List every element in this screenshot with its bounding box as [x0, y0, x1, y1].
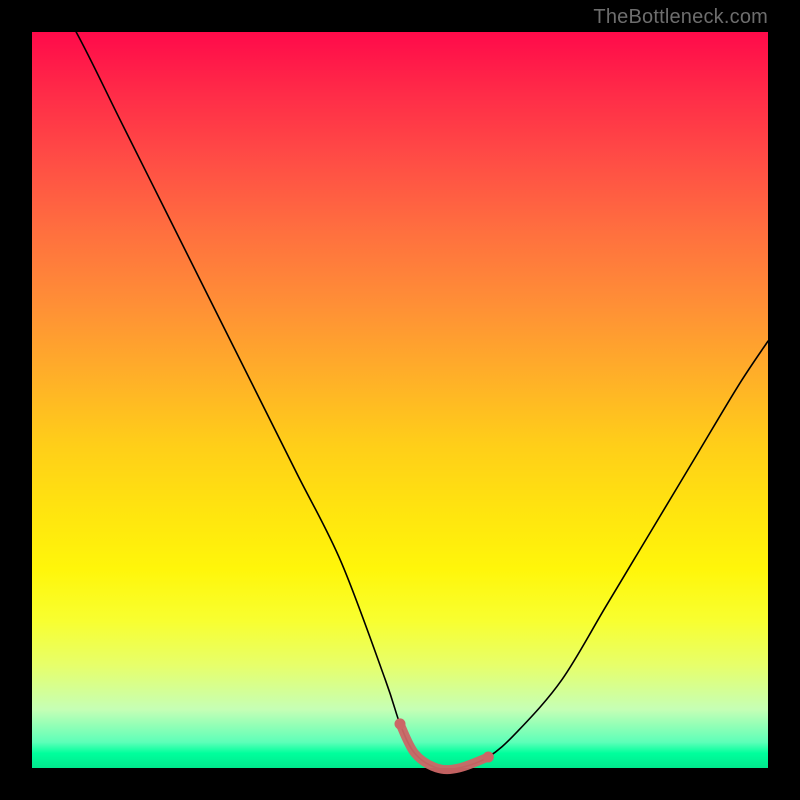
valley-dot-right: [483, 751, 494, 762]
valley-highlight: [400, 724, 488, 770]
curve-svg: [32, 32, 768, 768]
valley-dot-left: [395, 718, 406, 729]
chart-container: TheBottleneck.com: [0, 0, 800, 800]
plot-area: [32, 32, 768, 768]
bottleneck-curve: [32, 0, 768, 770]
attribution-text: TheBottleneck.com: [593, 6, 768, 29]
